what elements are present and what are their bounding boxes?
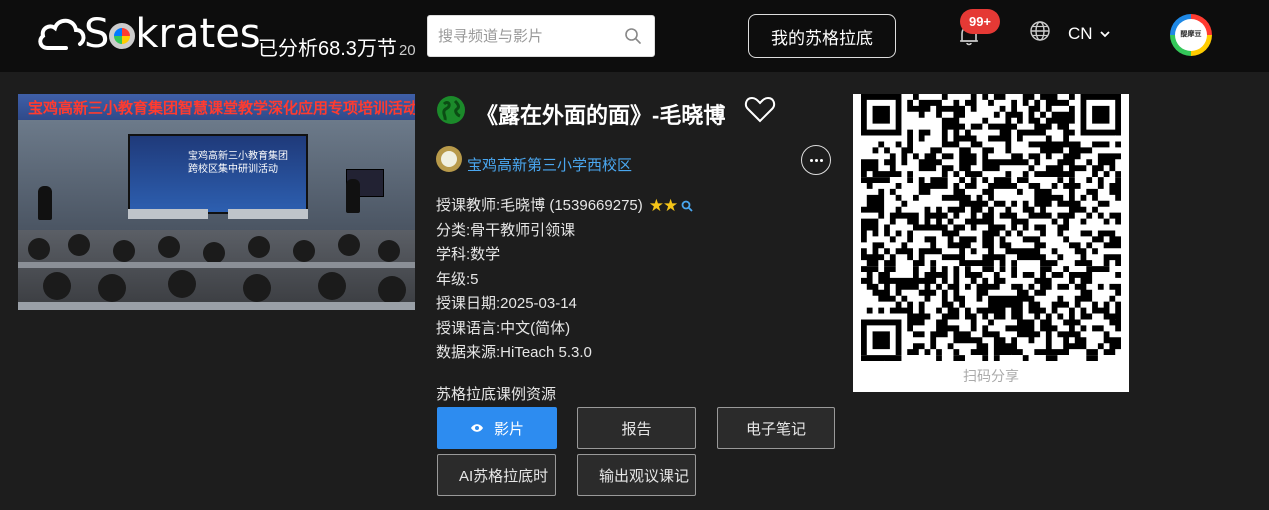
school-link[interactable]: 宝鸡高新第三小学西校区 bbox=[467, 154, 632, 175]
e-notes-button-label: 电子笔记 bbox=[745, 420, 806, 438]
thumbnail-person bbox=[346, 179, 360, 213]
language-selector[interactable]: CN bbox=[1068, 24, 1111, 44]
logo-o-mark bbox=[109, 23, 136, 49]
school-logo-inner bbox=[441, 151, 457, 167]
ai-sokrates-button-label: AI苏格拉底时 bbox=[459, 467, 549, 485]
info-value: 毛晓博 (1539669275) bbox=[500, 197, 643, 214]
thumbnail-screen-text: 宝鸡高新三小教育集团 跨校区集中研训活动 bbox=[188, 150, 288, 176]
info-label: 分类: bbox=[436, 221, 471, 239]
more-dot-icon bbox=[809, 158, 813, 162]
video-thumbnail[interactable]: 宝鸡高新三小教育集团智慧课堂教学深化应用专项培训活动 宝鸡高新三小教育集团 跨校… bbox=[18, 94, 415, 310]
export-record-button-label: 输出观议课记 bbox=[599, 467, 690, 485]
thumbnail-head bbox=[158, 236, 180, 258]
thumbnail-screen-line: 宝鸡高新三小教育集团 bbox=[188, 151, 288, 162]
info-label: 授课教师: bbox=[436, 197, 501, 214]
info-row-date: 授课日期: 2025-03-14 bbox=[436, 292, 693, 317]
info-row-grade: 年级: 5 bbox=[436, 268, 693, 293]
thumbnail-head bbox=[378, 276, 406, 304]
video-button[interactable]: 影片 bbox=[437, 407, 557, 449]
info-value: 骨干教师引领课 bbox=[470, 221, 576, 239]
thumbnail-desk bbox=[228, 209, 308, 219]
qr-share-panel: 扫码分享 bbox=[853, 94, 1129, 392]
lesson-info: 授课教师: 毛晓博 (1539669275) ★★ 分类: 骨干教师引领课 学科… bbox=[436, 194, 693, 366]
teacher-stars: ★★ bbox=[648, 196, 679, 215]
thumbnail-head bbox=[43, 272, 71, 300]
search-icon[interactable] bbox=[624, 27, 642, 45]
thumbnail-seat-row bbox=[18, 262, 415, 268]
thumbnail-head bbox=[293, 240, 315, 262]
thumbnail-head bbox=[28, 238, 50, 260]
my-sokrates-button[interactable]: 我的苏格拉底 bbox=[748, 14, 896, 58]
avatar[interactable]: 醍摩豆 bbox=[1170, 14, 1212, 56]
sokrates-logo[interactable]: Skrates bbox=[36, 10, 261, 58]
thumbnail-head bbox=[378, 240, 400, 262]
info-value: HiTeach 5.3.0 bbox=[500, 344, 592, 361]
stats-suffix: 20 bbox=[398, 42, 416, 59]
public-globe-icon bbox=[437, 96, 465, 124]
cloud-logo-icon bbox=[38, 18, 86, 50]
qr-code[interactable] bbox=[861, 94, 1121, 361]
notification-badge[interactable]: 99+ bbox=[960, 9, 1000, 34]
avatar-label: 醍摩豆 bbox=[1175, 19, 1207, 51]
more-dot-icon bbox=[819, 158, 823, 162]
thumbnail-head bbox=[338, 234, 360, 256]
info-row-subject: 学科: 数学 bbox=[436, 243, 693, 268]
search-input[interactable] bbox=[438, 25, 618, 47]
info-value: 5 bbox=[470, 270, 479, 288]
info-value: 中文(简体) bbox=[500, 319, 571, 337]
heart-icon[interactable] bbox=[744, 95, 776, 123]
thumbnail-banner: 宝鸡高新三小教育集团智慧课堂教学深化应用专项培训活动 bbox=[18, 94, 415, 120]
thumbnail-head bbox=[318, 272, 346, 300]
thumbnail-banner-text: 宝鸡高新三小教育集团智慧课堂教学深化应用专项培训活动 bbox=[28, 100, 415, 117]
ai-sokrates-button[interactable]: AI苏格拉底时 bbox=[437, 454, 556, 496]
report-button[interactable]: 报告 bbox=[577, 407, 696, 449]
info-value: 2025-03-14 bbox=[500, 295, 577, 312]
thumbnail-screen-line: 跨校区集中研训活动 bbox=[188, 164, 278, 175]
thumbnail-screen: 宝鸡高新三小教育集团 跨校区集中研训活动 bbox=[128, 134, 308, 214]
qr-modules bbox=[861, 94, 1121, 361]
info-label: 授课语言: bbox=[436, 319, 501, 337]
thumbnail-person bbox=[38, 186, 52, 220]
thumbnail-audience bbox=[18, 230, 415, 310]
info-row-language: 授课语言: 中文(简体) bbox=[436, 317, 693, 342]
info-label: 学科: bbox=[436, 246, 471, 263]
export-record-button[interactable]: 输出观议课记 bbox=[577, 454, 696, 496]
info-label: 年级: bbox=[436, 270, 471, 288]
eye-icon bbox=[470, 424, 483, 432]
more-dot-icon bbox=[814, 158, 818, 162]
thumbnail-head bbox=[243, 274, 271, 302]
info-value: 数学 bbox=[470, 246, 501, 263]
search-teacher-icon[interactable] bbox=[681, 200, 693, 212]
top-navbar: Skrates 已分析68.3万节20 我的苏格拉底 99+ CN 醍摩豆 bbox=[0, 0, 1269, 72]
info-label: 数据来源: bbox=[436, 344, 501, 361]
search-box[interactable] bbox=[427, 15, 655, 57]
thumbnail-seat-row bbox=[18, 302, 415, 310]
language-label: CN bbox=[1068, 24, 1093, 43]
report-button-label: 报告 bbox=[621, 420, 652, 438]
e-notes-button[interactable]: 电子笔记 bbox=[717, 407, 835, 449]
thumbnail-head bbox=[168, 270, 196, 298]
thumbnail-head bbox=[248, 236, 270, 258]
thumbnail-head bbox=[98, 274, 126, 302]
logo-wordmark: Skrates bbox=[84, 11, 261, 57]
chevron-down-icon bbox=[1099, 31, 1110, 38]
thumbnail-desk bbox=[128, 209, 208, 219]
analysis-stats: 已分析68.3万节 20 bbox=[258, 32, 433, 61]
resources-title: 苏格拉底课例资源 bbox=[436, 386, 557, 403]
thumbnail-head bbox=[113, 240, 135, 262]
more-options-button[interactable] bbox=[801, 145, 831, 175]
stats-text: 已分析68.3万节 bbox=[258, 38, 397, 60]
info-label: 授课日期: bbox=[436, 295, 501, 312]
video-title: 《露在外面的面》-毛晓博 bbox=[476, 103, 726, 128]
video-button-label: 影片 bbox=[493, 420, 524, 438]
globe-icon[interactable] bbox=[1029, 20, 1051, 42]
info-row-category: 分类: 骨干教师引领课 bbox=[436, 219, 693, 244]
thumbnail-head bbox=[203, 242, 225, 264]
info-row-teacher: 授课教师: 毛晓博 (1539669275) ★★ bbox=[436, 194, 693, 219]
qr-caption: 扫码分享 bbox=[963, 368, 1019, 384]
school-logo-icon bbox=[436, 146, 462, 172]
info-row-source: 数据来源: HiTeach 5.3.0 bbox=[436, 341, 693, 366]
thumbnail-head bbox=[68, 234, 90, 256]
